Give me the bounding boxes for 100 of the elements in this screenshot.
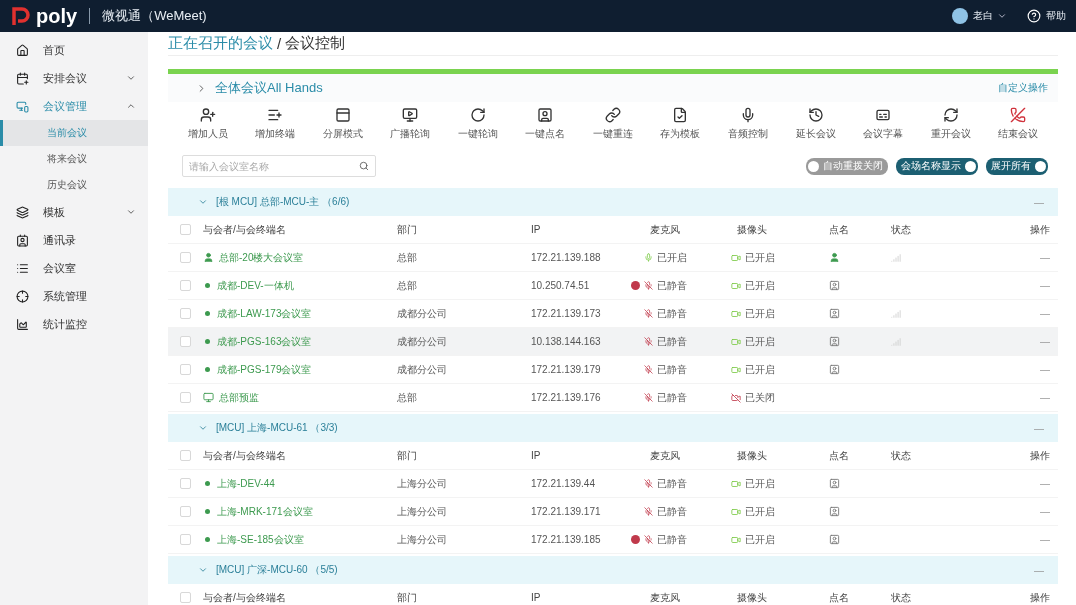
custom-action-link[interactable]: 自定义操作 [998,81,1048,95]
camera-icon[interactable] [731,280,741,291]
help-icon[interactable] [1027,9,1041,23]
camera-icon[interactable] [731,534,741,545]
group-header[interactable]: [MCU] 广深-MCU-60 （5/5) — [168,556,1058,584]
mic-off-icon[interactable] [644,507,653,516]
clock-arrow-icon [807,107,824,123]
breadcrumb-link[interactable]: 正在召开的会议 [168,34,273,53]
camera-status: 已开启 [745,362,775,377]
sidebar-subitem[interactable]: 将来会议 [0,146,148,172]
column-header: 状态 [891,448,912,463]
mic-off-icon[interactable] [644,479,653,488]
toolbar-button[interactable]: 音频控制 [717,107,779,141]
user-card-icon[interactable] [829,336,840,347]
sidebar-item[interactable]: 模板 [0,198,148,226]
status-dot-icon [205,339,210,344]
toolbar-button[interactable]: 增加人员 [176,107,239,141]
checkbox[interactable] [180,506,191,517]
toolbar-button[interactable]: 存为模板 [649,107,712,141]
toolbar-button[interactable]: 会议字幕 [852,107,915,141]
checkbox[interactable] [180,450,191,461]
user-card-icon[interactable] [829,280,840,291]
toolbar-button[interactable]: 一键点名 [514,107,577,141]
mic-off-icon[interactable] [644,535,653,544]
camera-status: 已关闭 [745,390,775,405]
column-header: 状态 [891,590,912,605]
column-header: 状态 [891,222,912,237]
camera-icon[interactable] [731,336,741,347]
group-header[interactable]: [MCU] 上海-MCU-61 （3/3) — [168,414,1058,442]
toolbar-button[interactable]: 延长会议 [784,107,847,141]
toolbar-button[interactable]: 一键重连 [581,107,644,141]
camera-icon[interactable] [731,308,741,319]
table-cell-text: 上海分公司 [397,504,448,519]
user-card-icon[interactable] [829,478,840,489]
sidebar-item[interactable]: 通讯录 [0,226,148,254]
sidebar-item[interactable]: 会议管理 [0,92,148,120]
toolbar-button[interactable]: 结束会议 [987,107,1050,141]
table-cell-text: 成都分公司 [397,306,448,321]
checkbox[interactable] [180,224,191,235]
participant-name: 成都-PGS-179会议室 [217,362,312,377]
sidebar-item[interactable]: 首页 [0,36,148,64]
sidebar-item[interactable]: 系统管理 [0,282,148,310]
checkbox[interactable] [180,308,191,319]
checkbox[interactable] [180,592,191,603]
camera-off-icon[interactable] [731,392,741,403]
caret-icon[interactable] [997,11,1007,21]
table-cell-text: 172.21.139.176 [531,392,602,403]
column-header: 与会者/与会终端名 [203,590,287,605]
toolbar-button[interactable]: 增加终端 [244,107,307,141]
table-cell-text: 总部 [397,390,418,405]
status-dot-icon [205,283,210,288]
user-card-icon[interactable] [829,308,840,319]
column-header: IP [531,224,542,235]
mic-off-icon[interactable] [644,281,653,290]
captions-icon [875,107,892,123]
checkbox[interactable] [180,280,191,291]
checkbox[interactable] [180,534,191,545]
help-link[interactable]: 帮助 [1046,9,1066,23]
checkbox[interactable] [180,364,191,375]
toolbar-button[interactable]: 分屏模式 [311,107,374,141]
group-title: [MCU] 上海-MCU-61 （3/3) [216,421,339,435]
mic-off-icon[interactable] [644,309,653,318]
user-name[interactable]: 老白 [973,9,993,23]
user-card-icon[interactable] [829,534,840,545]
sidebar-subitem[interactable]: 历史会议 [0,172,148,198]
toolbar-button[interactable]: 广播轮询 [379,107,442,141]
table-cell-text: 成都分公司 [397,334,448,349]
toolbar-button[interactable]: 重开会议 [919,107,982,141]
search-icon[interactable] [359,161,369,171]
group-header[interactable]: [根 MCU] 总部-MCU-主 （6/6) — [168,188,1058,216]
user-card-icon[interactable] [829,506,840,517]
camera-icon[interactable] [731,478,741,489]
participant-name: 上海-SE-185会议室 [217,532,304,547]
toolbar-button[interactable]: 一键轮询 [446,107,509,141]
microphone-icon[interactable] [644,253,653,262]
table-row[interactable]: 成都-PGS-163会议室 成都分公司 10.138.144.163 已静音 已开启 — [168,328,1058,356]
camera-status: 已开启 [745,476,775,491]
camera-icon[interactable] [731,364,741,375]
sidebar-item[interactable]: 安排会议 [0,64,148,92]
monitor-icon [203,392,214,403]
sidebar-item[interactable]: 统计监控 [0,310,148,338]
mic-off-icon[interactable] [644,393,653,402]
sidebar-item[interactable]: 会议室 [0,254,148,282]
checkbox[interactable] [180,336,191,347]
mic-off-icon[interactable] [644,337,653,346]
user-card-icon[interactable] [829,364,840,375]
search-field[interactable]: 请输入会议室名称 [182,155,376,177]
checkbox[interactable] [180,392,191,403]
mic-off-icon[interactable] [644,365,653,374]
user-card-icon [537,107,554,123]
mic-status: 已静音 [657,334,687,349]
toggle-switch[interactable]: 会场名称显示 [896,157,978,175]
camera-icon[interactable] [731,506,741,517]
camera-icon[interactable] [731,252,741,263]
person-icon[interactable] [829,252,840,263]
table-cell-text: 总部 [397,250,418,265]
checkbox[interactable] [180,478,191,489]
avatar-icon[interactable] [952,8,968,24]
toggle-switch[interactable]: 展开所有 [986,157,1048,175]
checkbox[interactable] [180,252,191,263]
